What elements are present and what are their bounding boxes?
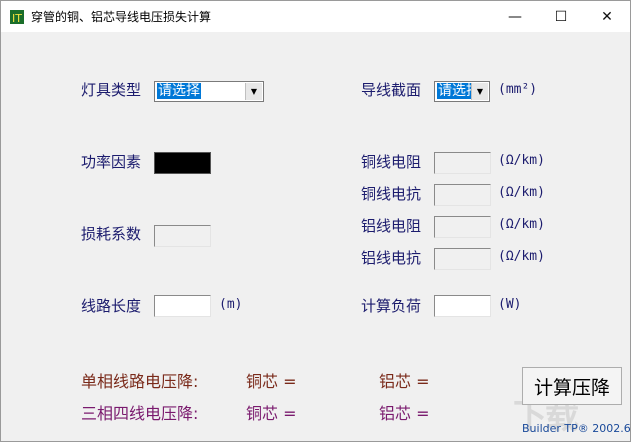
lamp-type-label: 灯具类型	[81, 81, 142, 99]
three-phase-aluminum: 铝芯 =	[379, 404, 430, 423]
maximize-button[interactable]: ☐	[538, 1, 584, 32]
title-bar: IT 穿管的铜、铝芯导线电压损失计算 — ☐ ✕	[1, 1, 630, 32]
close-button[interactable]: ✕	[584, 1, 630, 32]
al-resistance-label: 铝线电阻	[361, 217, 422, 235]
cu-resistance-label: 铜线电阻	[361, 153, 422, 171]
chevron-down-icon[interactable]: ▼	[245, 83, 262, 100]
line-length-input[interactable]	[155, 296, 210, 317]
minimize-icon: —	[508, 8, 522, 25]
al-reactance-unit: (Ω/km)	[498, 249, 545, 264]
power-factor-label: 功率因素	[81, 153, 142, 171]
calc-load-unit: (W)	[498, 297, 522, 312]
chevron-down-icon[interactable]: ▼	[471, 83, 488, 100]
line-length-field[interactable]	[154, 295, 211, 317]
wire-section-select[interactable]: 请选择 ▼	[434, 81, 490, 102]
single-phase-copper: 铜芯 =	[246, 372, 297, 391]
al-resistance-unit: (Ω/km)	[498, 217, 545, 232]
lamp-type-select[interactable]: 请选择 ▼	[154, 81, 264, 102]
power-factor-field[interactable]	[154, 152, 211, 174]
footer-credit: Builder TP® 2002.6	[522, 422, 631, 435]
calc-load-input[interactable]	[435, 296, 490, 317]
calculate-button[interactable]: 计算压降	[522, 367, 622, 405]
al-reactance-label: 铝线电抗	[361, 249, 422, 267]
cu-reactance-field[interactable]	[434, 184, 491, 206]
three-phase-copper: 铜芯 =	[246, 404, 297, 423]
line-length-unit: (m)	[219, 297, 243, 312]
app-icon: IT	[10, 10, 24, 25]
line-length-label: 线路长度	[81, 297, 142, 315]
cu-reactance-unit: (Ω/km)	[498, 185, 545, 200]
minimize-button[interactable]: —	[492, 1, 538, 32]
al-resistance-field[interactable]	[434, 216, 491, 238]
single-phase-aluminum: 铝芯 =	[379, 372, 430, 391]
loss-coefficient-field[interactable]	[154, 225, 211, 247]
loss-coefficient-label: 损耗系数	[81, 225, 142, 243]
calc-load-field[interactable]	[434, 295, 491, 317]
cu-resistance-field[interactable]	[434, 152, 491, 174]
wire-section-selected: 请选择	[437, 83, 475, 99]
cu-resistance-unit: (Ω/km)	[498, 153, 545, 168]
svg-text:IT: IT	[12, 12, 22, 25]
maximize-icon: ☐	[554, 8, 568, 25]
app-window: IT 穿管的铜、铝芯导线电压损失计算 — ☐ ✕ 灯具类型 请选择 ▼ 功率因素…	[0, 0, 631, 442]
calc-load-label: 计算负荷	[361, 297, 422, 315]
single-phase-label: 单相线路电压降:	[81, 372, 199, 391]
wire-section-label: 导线截面	[361, 81, 422, 99]
loss-coefficient-input[interactable]	[155, 226, 210, 247]
wire-section-unit: (mm²)	[498, 82, 538, 97]
cu-reactance-label: 铜线电抗	[361, 185, 422, 203]
window-title: 穿管的铜、铝芯导线电压损失计算	[31, 10, 212, 24]
lamp-type-selected: 请选择	[157, 83, 201, 99]
close-icon: ✕	[601, 8, 613, 25]
al-reactance-field[interactable]	[434, 248, 491, 270]
three-phase-label: 三相四线电压降:	[81, 404, 199, 423]
